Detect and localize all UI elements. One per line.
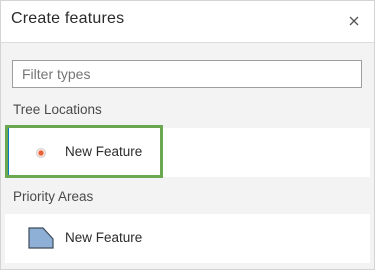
create-features-panel: Create features Tree Locations New Featu… xyxy=(0,0,375,270)
feature-template-tree-locations[interactable]: New Feature xyxy=(5,128,370,177)
feature-template-label: New Feature xyxy=(65,144,143,159)
polygon-symbol-icon xyxy=(28,227,54,249)
close-icon xyxy=(349,16,359,26)
point-symbol-icon xyxy=(36,148,46,158)
close-button[interactable] xyxy=(344,11,364,31)
group-label-tree-locations: Tree Locations xyxy=(13,102,102,117)
panel-title: Create features xyxy=(11,10,125,27)
panel-header: Create features xyxy=(1,1,374,43)
feature-template-priority-areas[interactable]: New Feature xyxy=(5,214,370,263)
feature-template-label: New Feature xyxy=(65,230,143,245)
group-label-priority-areas: Priority Areas xyxy=(13,189,94,204)
filter-types-input[interactable] xyxy=(12,60,362,88)
